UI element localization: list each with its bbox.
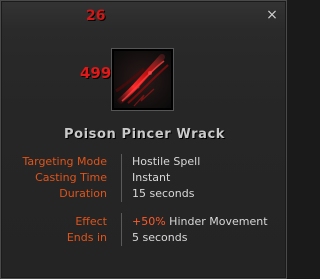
poison-pincer-wrack-icon <box>112 49 173 110</box>
stat-value: +50% Hinder Movement <box>132 214 268 230</box>
stat-label: Casting Time <box>35 171 107 184</box>
effect-text: Hinder Movement <box>165 215 268 228</box>
stat-row-duration: Duration 15 seconds <box>1 186 288 202</box>
floating-damage-number-small: 26 <box>86 8 106 24</box>
tooltip-header <box>2 2 285 30</box>
stat-row-targeting-mode: Targeting Mode Hostile Spell <box>1 154 288 170</box>
stat-label: Ends in <box>66 231 107 244</box>
stat-label: Targeting Mode <box>22 155 107 168</box>
stat-value: Hostile Spell <box>132 155 201 168</box>
stat-row-ends-in: Ends in 5 seconds <box>1 230 288 246</box>
stat-row-effect: Effect +50% Hinder Movement <box>1 214 288 230</box>
stat-label: Duration <box>59 187 107 200</box>
skill-title: Poison Pincer Wrack <box>63 127 226 142</box>
stat-value: Instant <box>132 171 171 184</box>
stat-value: 5 seconds <box>132 231 188 244</box>
stat-row-casting-time: Casting Time Instant <box>1 170 288 186</box>
close-icon[interactable]: × <box>264 7 280 23</box>
stat-value: 15 seconds <box>132 187 195 200</box>
skill-tooltip: 26 × 499 Poison Pincer Wrack Targeting M… <box>0 0 287 279</box>
effect-percent: +50% <box>132 215 166 228</box>
stat-label: Effect <box>75 215 107 228</box>
floating-damage-number-big: 499 <box>80 64 112 82</box>
